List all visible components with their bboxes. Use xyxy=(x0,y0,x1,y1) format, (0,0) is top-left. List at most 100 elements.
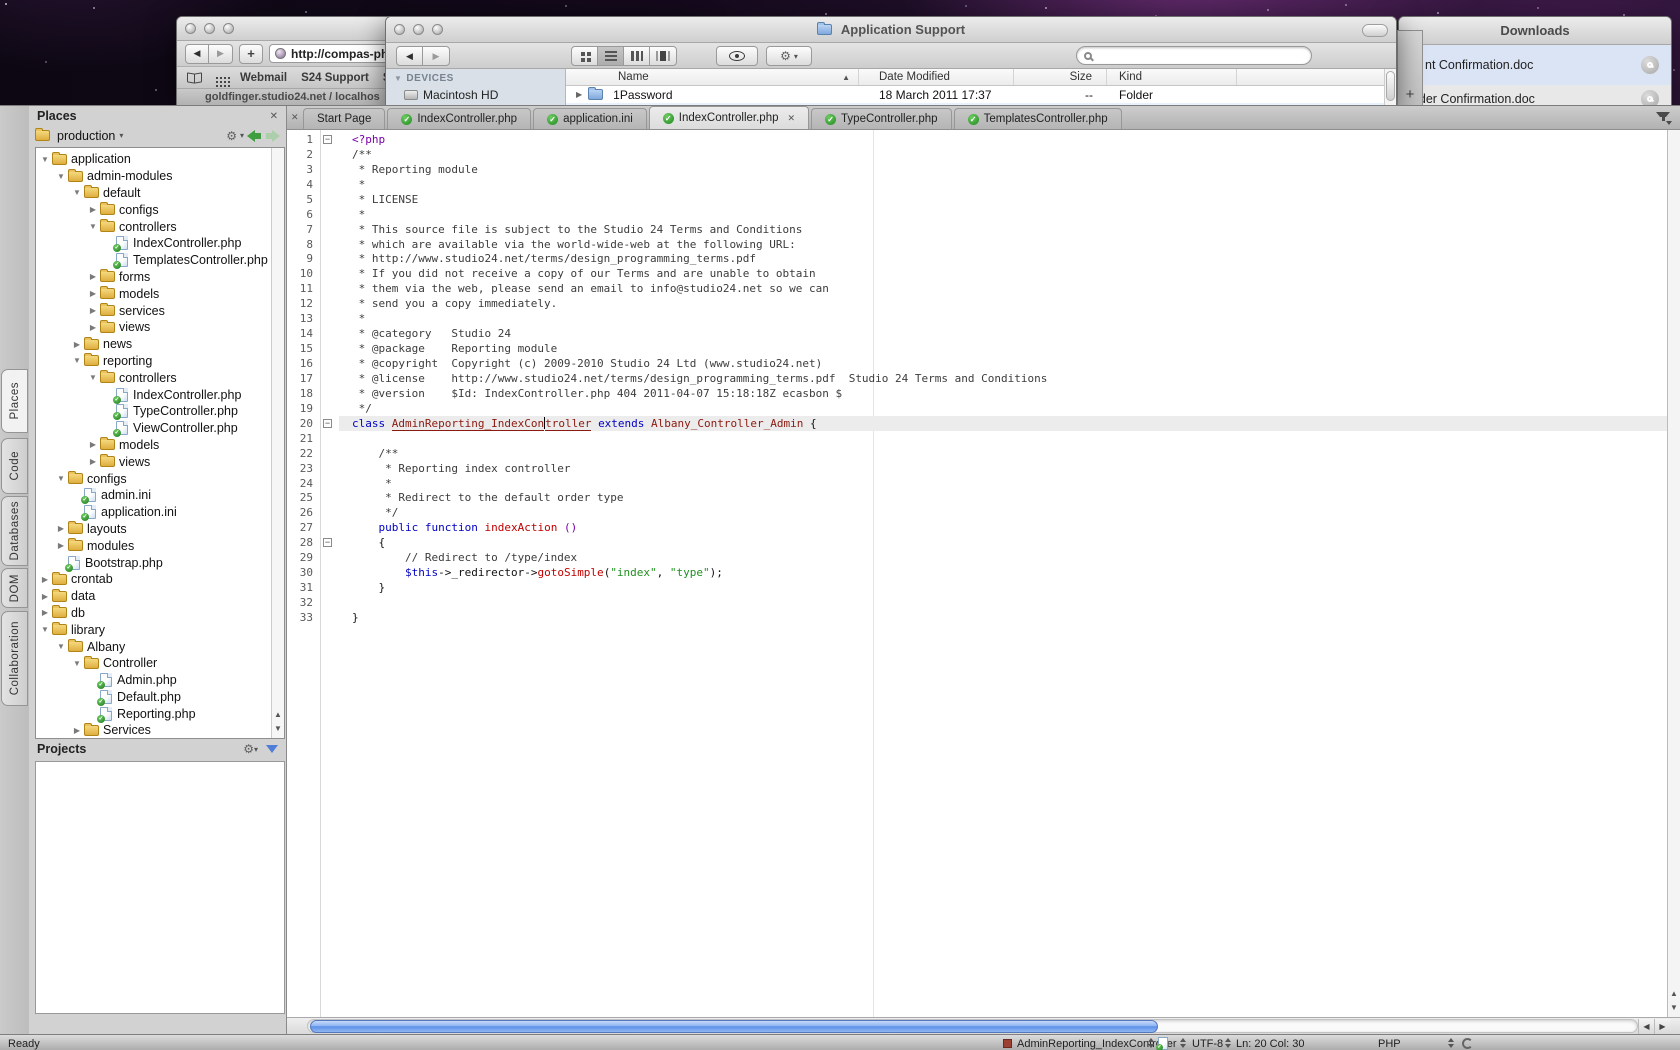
close-panel-icon[interactable]: ✕ xyxy=(270,111,278,122)
disclosure-closed-icon[interactable]: ▶ xyxy=(70,726,84,735)
close-tab-icon[interactable]: ✕ xyxy=(788,113,796,124)
code-line-6[interactable]: 6 * xyxy=(287,207,1680,222)
close-icon[interactable]: ✕ xyxy=(291,112,299,123)
code-line-18[interactable]: 18 * @version $Id: IndexController.php 4… xyxy=(287,386,1680,401)
disclosure-open-icon[interactable]: ▼ xyxy=(70,659,84,668)
list-view-button[interactable] xyxy=(598,47,624,65)
scroll-right-button[interactable]: ▶ xyxy=(1654,1019,1670,1034)
rail-tab-code[interactable]: Code xyxy=(1,438,28,494)
code-line-9[interactable]: 9 * http://www.studio24.net/terms/design… xyxy=(287,252,1680,267)
editor-tab-application-ini[interactable]: ✓application.ini xyxy=(533,108,647,129)
disclosure-open-icon[interactable]: ▼ xyxy=(70,188,84,197)
quicklook-button[interactable] xyxy=(717,47,757,65)
disclosure-open-icon[interactable]: ▼ xyxy=(86,222,100,231)
tree-item-controllers[interactable]: ▼controllers xyxy=(36,369,284,386)
tree-item-data[interactable]: ▶data xyxy=(36,588,284,605)
gear-icon[interactable]: ⚙ xyxy=(226,130,237,142)
scroll-left-button[interactable]: ◀ xyxy=(1638,1019,1654,1034)
tree-item-configs[interactable]: ▼configs xyxy=(36,470,284,487)
tree-scrollbar[interactable]: ▲ ▼ xyxy=(271,148,284,738)
rail-tab-places[interactable]: Places xyxy=(1,369,28,433)
tree-item-views[interactable]: ▶views xyxy=(36,319,284,336)
tree-item-forms[interactable]: ▶forms xyxy=(36,269,284,286)
disclosure-closed-icon[interactable]: ▶ xyxy=(86,289,100,298)
code-line-16[interactable]: 16 * @copyright Copyright (c) 2009-2010 … xyxy=(287,356,1680,371)
stepper-icon[interactable] xyxy=(1225,1035,1232,1050)
disclosure-closed-icon[interactable]: ▶ xyxy=(70,340,84,349)
disclosure-closed-icon[interactable]: ▶ xyxy=(38,608,52,617)
tab-overflow-icon[interactable] xyxy=(1656,112,1672,124)
browser-tab[interactable]: goldfinger.studio24.net / localhos xyxy=(205,91,380,103)
disclosure-closed-icon[interactable]: ▶ xyxy=(86,272,100,281)
tree-item-ViewController.php[interactable]: ✓ViewController.php xyxy=(36,420,284,437)
tree-item-application[interactable]: ▼application xyxy=(36,151,284,168)
reveal-magnifier-icon[interactable] xyxy=(1641,56,1659,74)
tree-item-Admin.php[interactable]: ✓Admin.php xyxy=(36,672,284,689)
code-line-10[interactable]: 10 * If you did not receive a copy of ou… xyxy=(287,266,1680,281)
scrollbar-track[interactable] xyxy=(307,1019,1638,1033)
column-view-button[interactable] xyxy=(624,47,650,65)
code-line-15[interactable]: 15 * @package Reporting module xyxy=(287,341,1680,356)
fold-marker-icon[interactable]: − xyxy=(320,416,339,431)
tree-item-TypeController.php[interactable]: ✓TypeController.php xyxy=(36,403,284,420)
tree-item-Default.php[interactable]: ✓Default.php xyxy=(36,689,284,706)
code-line-20[interactable]: 20−class AdminReporting_IndexController … xyxy=(287,416,1680,431)
code-line-25[interactable]: 25 * Redirect to the default order type xyxy=(287,491,1680,506)
code-line-24[interactable]: 24 * xyxy=(287,476,1680,491)
back-button[interactable]: ◀ xyxy=(186,45,209,63)
table-row[interactable]: ▶ 1Password 18 March 2011 17:37 -- Folde… xyxy=(566,86,1396,103)
tree-item-controllers[interactable]: ▼controllers xyxy=(36,218,284,235)
code-line-26[interactable]: 26 */ xyxy=(287,505,1680,520)
tree-item-layouts[interactable]: ▶layouts xyxy=(36,521,284,538)
download-item[interactable]: nt Confirmation.doc xyxy=(1399,45,1671,85)
refresh-icon[interactable] xyxy=(1462,1038,1473,1049)
tree-item-application.ini[interactable]: ✓application.ini xyxy=(36,504,284,521)
vertical-scrollbar[interactable]: ▲ ▼ xyxy=(1667,130,1680,1017)
code-line-21[interactable]: 21 xyxy=(287,431,1680,446)
tree-item-admin-modules[interactable]: ▼admin-modules xyxy=(36,168,284,185)
code-line-12[interactable]: 12 * send you a copy immediately. xyxy=(287,296,1680,311)
disclosure-open-icon[interactable]: ▼ xyxy=(394,74,402,83)
collapse-minus-icon[interactable]: − xyxy=(323,135,332,144)
scroll-up-icon[interactable]: ▲ xyxy=(1670,987,1678,1001)
action-menu-button[interactable]: ⚙ ▾ xyxy=(767,47,811,65)
finder-titlebar[interactable]: Application Support xyxy=(386,17,1396,43)
sidebar-item-macintosh-hd[interactable]: Macintosh HD xyxy=(404,88,565,102)
tree-item-TemplatesController.php[interactable]: ✓TemplatesController.php xyxy=(36,252,284,269)
code-line-11[interactable]: 11 * them via the web, please send an em… xyxy=(287,281,1680,296)
fold-marker-icon[interactable]: − xyxy=(320,535,339,550)
forward-icon[interactable] xyxy=(265,130,280,142)
scrollbar-thumb[interactable] xyxy=(1386,71,1395,101)
column-header-name[interactable]: Name ▲ xyxy=(566,69,859,85)
column-header-date-modified[interactable]: Date Modified xyxy=(859,69,1014,85)
column-header-size[interactable]: Size xyxy=(1014,69,1107,85)
editor-tab-start-page[interactable]: Start Page xyxy=(303,108,385,129)
code-line-7[interactable]: 7 * This source file is subject to the S… xyxy=(287,222,1680,237)
status-language[interactable]: PHP xyxy=(1378,1035,1401,1050)
scroll-down-icon[interactable]: ▼ xyxy=(1670,1001,1678,1015)
tree-item-library[interactable]: ▼library xyxy=(36,621,284,638)
finder-scrollbar[interactable] xyxy=(1384,69,1396,108)
editor-tab-indexcontroller-php[interactable]: ✓IndexController.php xyxy=(387,108,531,129)
chevron-down-icon[interactable]: ▾ xyxy=(240,131,244,140)
close-window-button[interactable] xyxy=(185,23,196,34)
tree-item-news[interactable]: ▶news xyxy=(36,336,284,353)
tree-item-configs[interactable]: ▶configs xyxy=(36,201,284,218)
disclosure-open-icon[interactable]: ▼ xyxy=(54,474,68,483)
zoom-window-button[interactable] xyxy=(432,24,443,35)
code-line-27[interactable]: 27 public function indexAction () xyxy=(287,520,1680,535)
stepper-icon[interactable] xyxy=(1448,1035,1455,1050)
code-line-32[interactable]: 32 xyxy=(287,595,1680,610)
collapse-minus-icon[interactable]: − xyxy=(323,538,332,547)
bookmarks-book-icon[interactable] xyxy=(187,73,202,83)
disclosure-closed-icon[interactable]: ▶ xyxy=(38,575,52,584)
disclosure-open-icon[interactable]: ▼ xyxy=(38,625,52,634)
column-header-kind[interactable]: Kind xyxy=(1107,69,1237,85)
editor-tab-indexcontroller-php[interactable]: ✓IndexController.php✕ xyxy=(649,106,809,129)
forward-button[interactable]: ▶ xyxy=(209,45,232,63)
minimize-window-button[interactable] xyxy=(413,24,424,35)
new-tab-button[interactable]: + xyxy=(239,44,263,64)
bookmark-webmail[interactable]: Webmail xyxy=(240,72,287,84)
tree-item-default[interactable]: ▼default xyxy=(36,185,284,202)
chevron-down-icon[interactable]: ▾ xyxy=(254,745,258,754)
